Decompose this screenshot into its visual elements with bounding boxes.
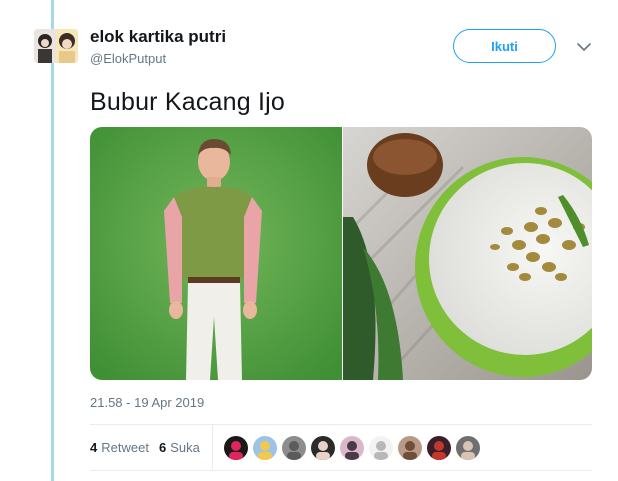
- divider-top: [90, 424, 592, 425]
- liker-avatars: [224, 436, 485, 460]
- liker-avatar-4[interactable]: [311, 436, 335, 460]
- tweet-media[interactable]: [90, 127, 592, 380]
- author-handle[interactable]: @ElokPutput: [90, 51, 166, 66]
- tweet-text: Bubur Kacang Ijo: [90, 88, 285, 116]
- thread-line: [51, 0, 54, 481]
- like-count: 6: [158, 440, 167, 455]
- liker-avatar-2[interactable]: [253, 436, 277, 460]
- photo-bubur-kacang-ijo[interactable]: [341, 127, 592, 380]
- retweet-stat[interactable]: 4 Retweet: [90, 440, 149, 455]
- liker-avatar-7[interactable]: [398, 436, 422, 460]
- tweet-timestamp[interactable]: 21.58 - 19 Apr 2019: [90, 395, 204, 410]
- retweet-label: Retweet: [101, 440, 149, 455]
- avatar-image: [34, 29, 78, 63]
- photo-man-green-shirt[interactable]: [90, 127, 342, 380]
- tweet-stats: 4 Retweet 6 Suka: [90, 440, 210, 455]
- author-avatar[interactable]: [34, 29, 78, 63]
- liker-avatar-6[interactable]: [369, 436, 393, 460]
- liker-avatar-8[interactable]: [427, 436, 451, 460]
- like-stat[interactable]: 6 Suka: [159, 440, 200, 455]
- follow-button[interactable]: Ikuti: [453, 29, 556, 63]
- liker-avatar-9[interactable]: [456, 436, 480, 460]
- liker-avatar-1[interactable]: [224, 436, 248, 460]
- liker-avatar-5[interactable]: [340, 436, 364, 460]
- like-label: Suka: [170, 440, 200, 455]
- liker-avatar-3[interactable]: [282, 436, 306, 460]
- stats-separator: [212, 425, 213, 470]
- author-name[interactable]: elok kartika putri: [90, 27, 226, 47]
- chevron-down-icon[interactable]: [575, 38, 593, 56]
- divider-bottom: [90, 470, 592, 471]
- retweet-count: 4: [90, 440, 98, 455]
